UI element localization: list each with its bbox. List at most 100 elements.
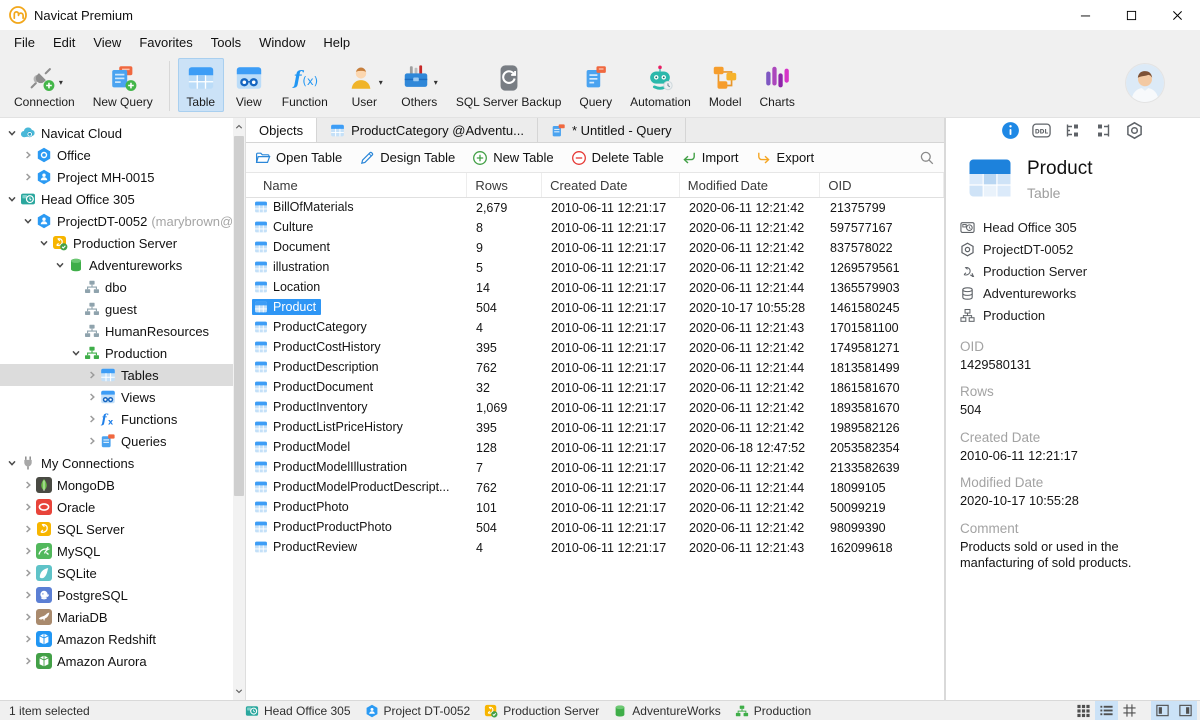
chevron-down-icon[interactable]: [4, 191, 20, 207]
export-button[interactable]: Export: [756, 150, 814, 166]
table-row-productcategory[interactable]: ProductCategory 4 2010-06-11 12:21:17 2020-…: [246, 318, 944, 338]
tab-untitled-query[interactable]: * Untitled - Query: [538, 118, 686, 142]
tree-item-projectdt-0052[interactable]: ProjectDT-0052 (marybrown@: [0, 210, 233, 232]
tree-item-views[interactable]: Views: [0, 386, 233, 408]
chevron-down-icon[interactable]: [20, 213, 36, 229]
search-icon[interactable]: [919, 150, 935, 166]
column-header-created-date[interactable]: Created Date: [542, 173, 680, 197]
column-header-modified-date[interactable]: Modified Date: [680, 173, 821, 197]
chevron-right-icon[interactable]: [20, 169, 36, 185]
options-tab-icon[interactable]: [1125, 121, 1144, 140]
dropdown-arrow-icon[interactable]: ▾: [59, 78, 63, 87]
toolbar-model-button[interactable]: Model: [701, 58, 750, 112]
table-row-productdescription[interactable]: ProductDescription 762 2010-06-11 12:21:17…: [246, 358, 944, 378]
chevron-down-icon[interactable]: [68, 345, 84, 361]
scroll-up-icon[interactable]: [235, 123, 243, 131]
chevron-right-icon[interactable]: [20, 477, 36, 493]
table-row-productlistpricehistory[interactable]: ProductListPriceHistory 395 2010-06-11 12:…: [246, 418, 944, 438]
chevron-right-icon[interactable]: [20, 631, 36, 647]
table-row-productproductphoto[interactable]: ProductProductPhoto 504 2010-06-11 12:21:1…: [246, 518, 944, 538]
menu-favorites[interactable]: Favorites: [130, 32, 201, 53]
scrollbar-thumb[interactable]: [234, 136, 244, 496]
tab-objects[interactable]: Objects: [246, 118, 318, 142]
toolbar-connection-button[interactable]: ▾ Connection: [6, 58, 83, 112]
uses-tab-icon[interactable]: [1094, 121, 1113, 140]
list-view-button[interactable]: [1095, 701, 1118, 720]
statusbar-crumb-production[interactable]: Production: [735, 704, 811, 718]
chevron-right-icon[interactable]: [84, 411, 100, 427]
statusbar-crumb-head-office-305[interactable]: Head Office 305: [245, 704, 351, 718]
grid-view-button[interactable]: [1072, 701, 1095, 720]
dropdown-arrow-icon[interactable]: ▾: [434, 78, 438, 87]
toolbar-query-button[interactable]: Query: [571, 58, 620, 112]
menu-view[interactable]: View: [84, 32, 130, 53]
detail-view-button[interactable]: [1118, 701, 1141, 720]
table-row-product[interactable]: Product 504 2010-06-11 12:21:17 2020-10-17 …: [246, 298, 944, 318]
chevron-right-icon[interactable]: [20, 565, 36, 581]
tree-item-office[interactable]: Office: [0, 144, 233, 166]
toolbar-view-button[interactable]: View: [226, 58, 272, 112]
menu-help[interactable]: Help: [314, 32, 359, 53]
table-row-culture[interactable]: Culture 8 2010-06-11 12:21:17 2020-06-11 12…: [246, 218, 944, 238]
new-table-button[interactable]: New Table: [472, 150, 554, 166]
column-header-name[interactable]: Name: [246, 173, 468, 197]
table-row-illustration[interactable]: illustration 5 2010-06-11 12:21:17 2020-06-…: [246, 258, 944, 278]
chevron-right-icon[interactable]: [20, 521, 36, 537]
statusbar-crumb-project-dt-0052[interactable]: Project DT-0052: [365, 704, 470, 718]
table-row-productcosthistory[interactable]: ProductCostHistory 395 2010-06-11 12:21:17…: [246, 338, 944, 358]
tree-item-tables[interactable]: Tables: [0, 364, 233, 386]
chevron-down-icon[interactable]: [4, 125, 20, 141]
chevron-right-icon[interactable]: [20, 499, 36, 515]
scroll-down-icon[interactable]: [235, 687, 243, 695]
tree-item-dbo[interactable]: dbo: [0, 276, 233, 298]
tree-item-mongodb[interactable]: MongoDB: [0, 474, 233, 496]
design-table-button[interactable]: Design Table: [359, 150, 455, 166]
tree-item-guest[interactable]: guest: [0, 298, 233, 320]
tree-item-sql-server[interactable]: SQL Server: [0, 518, 233, 540]
tree-item-humanresources[interactable]: HumanResources: [0, 320, 233, 342]
toolbar-charts-button[interactable]: Charts: [752, 58, 803, 112]
used-by-tab-icon[interactable]: [1063, 121, 1082, 140]
tree-item-my-connections[interactable]: My Connections: [0, 452, 233, 474]
chevron-right-icon[interactable]: [84, 389, 100, 405]
table-row-productreview[interactable]: ProductReview 4 2010-06-11 12:21:17 2020-06…: [246, 538, 944, 558]
chevron-right-icon[interactable]: [20, 609, 36, 625]
user-avatar[interactable]: [1126, 64, 1164, 102]
info-tab-icon[interactable]: [1001, 121, 1020, 140]
tree-item-adventureworks[interactable]: Adventureworks: [0, 254, 233, 276]
toolbar-new-query-button[interactable]: New Query: [85, 58, 161, 112]
delete-table-button[interactable]: Delete Table: [571, 150, 664, 166]
menu-edit[interactable]: Edit: [44, 32, 84, 53]
tree-item-production-server[interactable]: Production Server: [0, 232, 233, 254]
table-row-productinventory[interactable]: ProductInventory 1,069 2010-06-11 12:21:17…: [246, 398, 944, 418]
toolbar-others-button[interactable]: ▾ Others: [393, 58, 446, 112]
toolbar-sql-server-backup-button[interactable]: SQL Server Backup: [448, 58, 570, 112]
tab-productcategory-adventu[interactable]: ProductCategory @Adventu...: [317, 118, 538, 142]
toolbar-table-button[interactable]: Table: [177, 58, 224, 112]
maximize-button[interactable]: [1108, 0, 1154, 30]
tree-item-production[interactable]: Production: [0, 342, 233, 364]
toolbar-user-button[interactable]: ▾ User: [338, 58, 391, 112]
dropdown-arrow-icon[interactable]: ▾: [379, 78, 383, 87]
table-row-location[interactable]: Location 14 2010-06-11 12:21:17 2020-06-11 …: [246, 278, 944, 298]
menu-window[interactable]: Window: [250, 32, 314, 53]
table-row-document[interactable]: Document 9 2010-06-11 12:21:17 2020-06-11 1…: [246, 238, 944, 258]
tree-item-project-mh-0015[interactable]: Project MH-0015: [0, 166, 233, 188]
minimize-button[interactable]: [1062, 0, 1108, 30]
tree-item-mariadb[interactable]: MariaDB: [0, 606, 233, 628]
table-row-productdocument[interactable]: ProductDocument 32 2010-06-11 12:21:17 2020…: [246, 378, 944, 398]
chevron-right-icon[interactable]: [20, 653, 36, 669]
ddl-tab-icon[interactable]: DDL: [1032, 121, 1051, 140]
statusbar-crumb-adventureworks[interactable]: AdventureWorks: [613, 704, 721, 718]
tree-item-navicat-cloud[interactable]: Navicat Cloud: [0, 122, 233, 144]
statusbar-crumb-production-server[interactable]: Production Server: [484, 704, 599, 718]
chevron-right-icon[interactable]: [20, 147, 36, 163]
right-panel-toggle-button[interactable]: [1174, 701, 1197, 720]
toolbar-automation-button[interactable]: Automation: [622, 58, 699, 112]
sidebar-scrollbar[interactable]: [233, 118, 245, 700]
table-row-productphoto[interactable]: ProductPhoto 101 2010-06-11 12:21:17 2020-0…: [246, 498, 944, 518]
tree-item-head-office-305[interactable]: Head Office 305: [0, 188, 233, 210]
left-panel-toggle-button[interactable]: [1151, 701, 1174, 720]
chevron-down-icon[interactable]: [4, 455, 20, 471]
tree-item-oracle[interactable]: Oracle: [0, 496, 233, 518]
